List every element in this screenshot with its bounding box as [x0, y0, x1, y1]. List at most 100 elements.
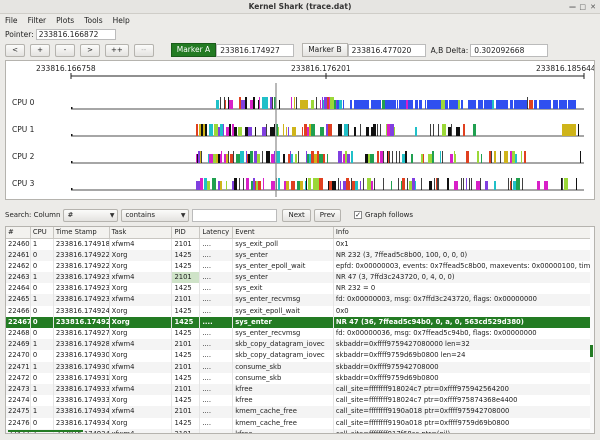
cell-col-timestamp: 233816.174930: [54, 350, 110, 362]
cell-col-event: skb_copy_datagram_iovec: [233, 350, 334, 362]
minimize-icon[interactable]: —: [569, 3, 576, 11]
cell-col-latency: ....: [200, 350, 234, 362]
cpu-task-mark: [224, 154, 226, 163]
zoom-max-button[interactable]: ++: [105, 43, 129, 57]
header-col-task[interactable]: Task: [110, 227, 173, 238]
table-row[interactable]: 22464 0 233816.174923 Xorg 1425.... sys_exit N…: [6, 283, 594, 295]
table-row[interactable]: 22468 0 233816.174927 Xorg 1425.... sys_enter…: [6, 328, 594, 340]
cell-col-cpu: 0: [31, 328, 54, 340]
scroll-right-button[interactable]: >: [80, 43, 100, 57]
marker-a-button[interactable]: Marker A: [170, 43, 217, 57]
marker-b-value: 233816.477020: [347, 43, 426, 57]
table-row[interactable]: 22474 0 233816.174933 Xorg 1425.... kfree call…: [6, 395, 594, 407]
cpu-task-mark: [238, 127, 242, 136]
menu-plots[interactable]: Plots: [56, 16, 74, 25]
cpu-task-mark: [458, 100, 460, 109]
scrollbar-thumb[interactable]: [8, 430, 83, 432]
trace-graph[interactable]: 233816.166758 233816.176201 233816.18564…: [5, 60, 595, 200]
scroll-left-button[interactable]: <: [5, 43, 25, 57]
cpu-event-tick: [398, 178, 399, 190]
cpu-task-mark: [427, 100, 428, 109]
table-row[interactable]: 22460 1 233816.174918 xfwm4 2101.... sys_exit…: [6, 238, 594, 250]
search-input[interactable]: [192, 208, 278, 222]
cpu-task-mark: [461, 100, 463, 109]
cell-col-pid: 2101: [172, 383, 201, 396]
cpu-task-mark: [250, 100, 253, 109]
cpu-task-mark: [466, 178, 467, 190]
cpu-task-mark: [343, 100, 344, 109]
cell-col-timestamp: 233816.174918: [54, 238, 110, 250]
cpu-task-mark: [429, 181, 432, 190]
cpu-event-tick: [389, 151, 390, 163]
table-row[interactable]: 22463 1 233816.174923 xfwm4 2101.... sys_ente…: [6, 272, 594, 284]
cpu-task-mark: [476, 181, 480, 190]
header-col-event[interactable]: Event: [233, 227, 334, 238]
menu-tools[interactable]: Tools: [84, 16, 102, 25]
cell-col-task: Xorg: [110, 260, 173, 273]
table-row[interactable]: 22465 1 233816.174923 xfwm4 2101.... sys_ente…: [6, 294, 594, 306]
cell-col-latency: ....: [200, 249, 234, 261]
maximize-icon[interactable]: □: [579, 3, 586, 11]
header-col-cpu[interactable]: CPU: [31, 227, 54, 238]
cell-col-cpu: 1: [31, 294, 54, 306]
menu-filter[interactable]: Filter: [28, 16, 47, 25]
table-row[interactable]: 22467 0 233816.174927 Xorg 1425.... sys_enter…: [6, 316, 594, 328]
cell-col-task: Xorg: [110, 417, 173, 429]
cell-col-cpu: 0: [31, 417, 54, 429]
search-column-select[interactable]: # ▼: [63, 208, 119, 222]
header-col-latency[interactable]: Latency: [200, 227, 234, 238]
cpu-task-mark: [258, 181, 261, 190]
cpu-task-mark: [394, 127, 395, 136]
table-row[interactable]: 22466 0 233816.174924 Xorg 1425.... sys_exit_…: [6, 305, 594, 317]
cpu-task-mark: [477, 151, 479, 163]
pointer-row: Pointer: 233816.166872: [5, 29, 116, 40]
trace-graph-canvas[interactable]: 233816.166758 233816.176201 233816.18564…: [6, 61, 594, 199]
search-next-button[interactable]: Next: [282, 208, 311, 222]
table-row[interactable]: 22475 1 233816.174934 xfwm4 2101.... kmem_cac…: [6, 406, 594, 418]
zoom-min-button[interactable]: --: [133, 43, 154, 57]
cell-col-timestamp: 233816.174934: [54, 406, 110, 418]
marker-b-button[interactable]: Marker B: [302, 43, 348, 57]
cpu-task-mark: [473, 124, 476, 136]
table-row[interactable]: 22473 1 233816.174933 xfwm4 2101.... kfree cal…: [6, 383, 594, 396]
cell-col-index: 22462: [6, 260, 31, 273]
close-icon[interactable]: ✕: [590, 3, 596, 11]
table-row[interactable]: 22470 0 233816.174930 Xorg 1425.... skb_copy_…: [6, 350, 594, 362]
cell-col-index: 22476: [6, 417, 31, 429]
cpu-task-mark: [283, 154, 285, 163]
zoom-out-button[interactable]: -: [55, 43, 75, 57]
cpu-event-tick: [266, 124, 267, 136]
header-col-info[interactable]: Info: [334, 227, 594, 238]
header-col-timestamp[interactable]: Time Stamp: [54, 227, 110, 238]
search-prev-button[interactable]: Prev: [313, 208, 342, 222]
graph-follows-checkbox[interactable]: ✓: [354, 211, 363, 219]
scrollbar-thumb[interactable]: [590, 345, 593, 357]
vertical-scrollbar[interactable]: [590, 227, 594, 433]
table-row[interactable]: 22476 0 233816.174934 Xorg 1425.... kmem_cach…: [6, 417, 594, 429]
cpu-task-mark: [270, 97, 272, 109]
header-col-pid[interactable]: PID: [172, 227, 201, 238]
cell-col-latency: ....: [200, 328, 234, 340]
table-row[interactable]: 22472 0 233816.174931 Xorg 1425.... consume_s…: [6, 372, 594, 384]
table-row[interactable]: 22461 0 233816.174922 Xorg 1425.... sys_enter…: [6, 249, 594, 261]
menu-file[interactable]: File: [5, 16, 18, 25]
cpu-task-mark: [308, 178, 311, 190]
header-col-index[interactable]: #: [6, 227, 31, 238]
cpu-task-mark: [336, 100, 337, 109]
cpu-task-mark: [349, 181, 350, 190]
horizontal-scrollbar[interactable]: [6, 430, 594, 433]
cpu-task-mark: [428, 100, 432, 109]
cpu-task-mark: [440, 100, 441, 109]
table-row[interactable]: 22469 1 233816.174928 xfwm4 2101.... skb_copy…: [6, 339, 594, 351]
cpu-task-mark: [279, 100, 280, 109]
cpu-task-mark: [441, 100, 445, 109]
table-row[interactable]: 22471 1 233816.174930 xfwm4 2101.... consume_…: [6, 361, 594, 373]
search-operator-select[interactable]: contains ▼: [121, 208, 190, 222]
cpu-task-mark: [286, 181, 289, 190]
cpu-task-mark: [568, 100, 571, 109]
zoom-in-button[interactable]: +: [30, 43, 50, 57]
cpu-task-mark: [311, 100, 314, 109]
table-row[interactable]: 22462 0 233816.174922 Xorg 1425.... sys_enter…: [6, 260, 594, 273]
cpu-task-mark: [355, 181, 358, 190]
menu-help[interactable]: Help: [113, 16, 130, 25]
